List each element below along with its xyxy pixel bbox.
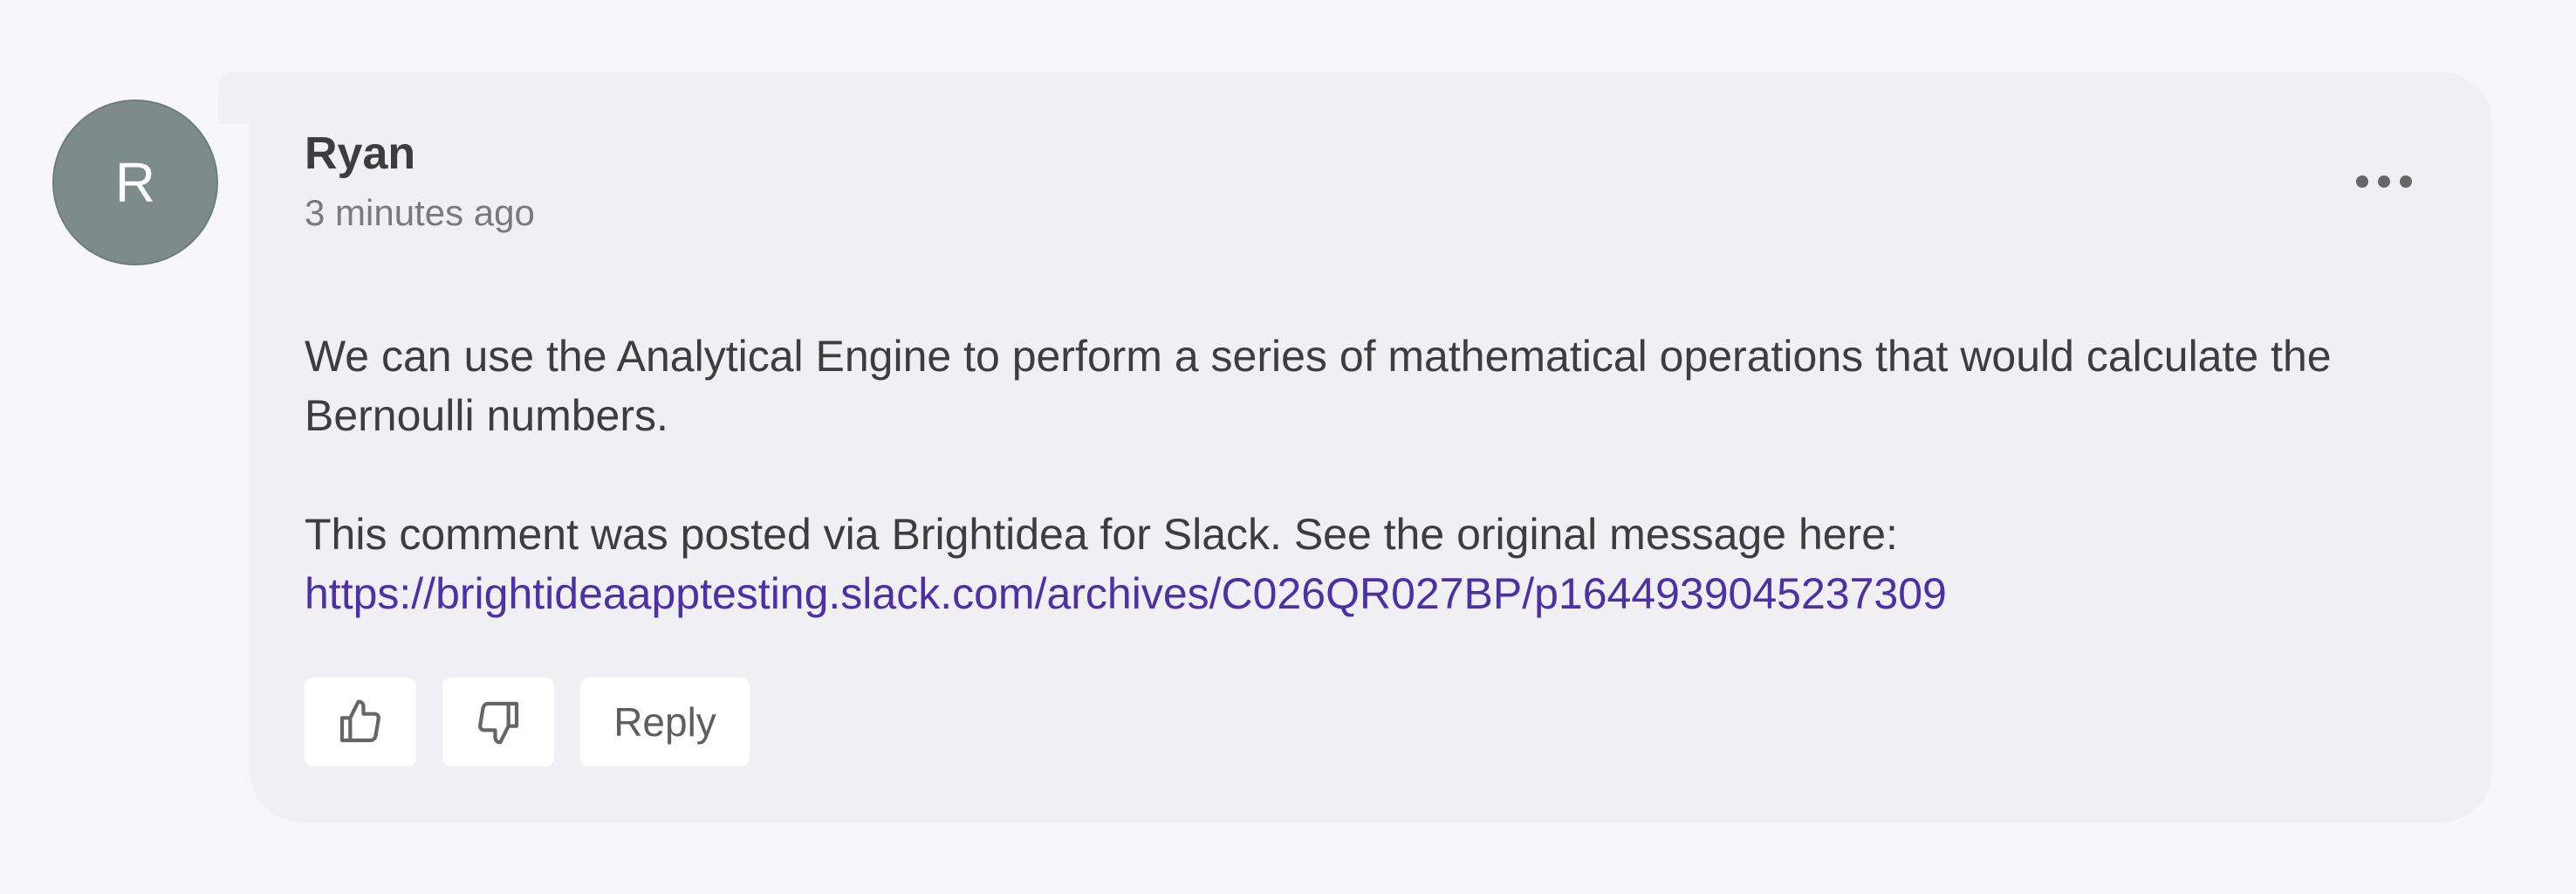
dislike-button[interactable] bbox=[442, 677, 554, 767]
thumbs-up-icon bbox=[339, 699, 380, 743]
reply-label: Reply bbox=[613, 699, 716, 745]
comment-footnote: This comment was posted via Brightidea f… bbox=[305, 510, 1898, 559]
more-horizontal-icon-dot bbox=[2356, 175, 2368, 188]
more-horizontal-icon-dot bbox=[2378, 175, 2390, 188]
like-button[interactable] bbox=[305, 677, 416, 767]
avatar-initial: R bbox=[114, 151, 156, 214]
more-horizontal-icon-dot bbox=[2400, 175, 2412, 188]
avatar[interactable]: R bbox=[52, 100, 218, 265]
author-name[interactable]: Ryan bbox=[305, 127, 415, 180]
more-options-button[interactable] bbox=[2356, 166, 2412, 197]
comment-timestamp: 3 minutes ago bbox=[305, 192, 535, 233]
comment-text: We can use the Analytical Engine to perf… bbox=[305, 332, 2332, 440]
reply-button[interactable]: Reply bbox=[580, 677, 750, 767]
slack-message-link[interactable]: https://brightideaapptesting.slack.com/a… bbox=[305, 569, 1947, 618]
comment-body: We can use the Analytical Engine to perf… bbox=[305, 327, 2381, 623]
thumbs-down-icon bbox=[478, 701, 519, 745]
comment-actions: Reply bbox=[305, 677, 750, 767]
